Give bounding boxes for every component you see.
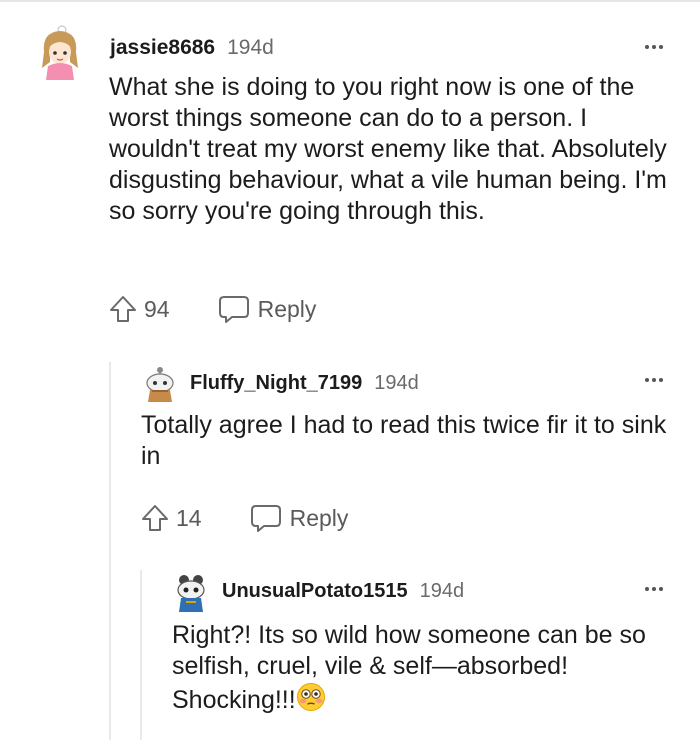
vote-count: 94 bbox=[144, 295, 170, 322]
snoo-avatar-icon[interactable] bbox=[142, 364, 178, 402]
reply-label: Reply bbox=[289, 504, 349, 531]
speech-bubble-icon bbox=[250, 505, 281, 532]
comment-body: Totally agree I had to read this twice f… bbox=[141, 411, 667, 470]
top-divider bbox=[0, 0, 700, 2]
speech-bubble-icon bbox=[218, 296, 249, 323]
more-options-icon[interactable] bbox=[641, 584, 667, 594]
comment-meta: UnusualPotato1515 194d bbox=[222, 580, 464, 603]
username[interactable]: UnusualPotato1515 bbox=[222, 580, 408, 603]
comment-text: Right?! Its so wild how someone can be s… bbox=[172, 621, 646, 714]
username[interactable]: Fluffy_Night_7199 bbox=[190, 372, 362, 395]
upvote-button[interactable]: 94 bbox=[108, 294, 170, 324]
upvote-arrow-icon bbox=[110, 296, 136, 322]
more-options-icon[interactable] bbox=[641, 42, 667, 52]
comment-body: Right?! Its so wild how someone can be s… bbox=[172, 620, 677, 720]
thread-line[interactable] bbox=[109, 362, 111, 740]
comment-actions: 94 Reply bbox=[108, 294, 316, 324]
vote-count: 14 bbox=[176, 504, 202, 531]
more-options-icon[interactable] bbox=[641, 375, 667, 385]
reply-button[interactable]: Reply bbox=[218, 294, 317, 324]
reply-label: Reply bbox=[257, 295, 317, 322]
snoo-avatar-icon[interactable] bbox=[172, 572, 210, 612]
comment-meta: Fluffy_Night_7199 194d bbox=[190, 372, 419, 395]
comment-meta: jassie8686 194d bbox=[110, 36, 274, 60]
comment-body: What she is doing to you right now is on… bbox=[109, 73, 667, 225]
username[interactable]: jassie8686 bbox=[110, 36, 215, 60]
timestamp: 194d bbox=[419, 580, 465, 602]
timestamp: 194d bbox=[374, 372, 419, 394]
comment-actions: 14 Reply bbox=[140, 503, 348, 533]
anime-girl-avatar-icon[interactable] bbox=[32, 22, 88, 80]
thread-line[interactable] bbox=[140, 570, 142, 740]
flushed-face-emoji bbox=[296, 682, 326, 720]
upvote-button[interactable]: 14 bbox=[140, 503, 202, 533]
timestamp: 194d bbox=[227, 36, 274, 59]
upvote-arrow-icon bbox=[142, 505, 168, 531]
reply-button[interactable]: Reply bbox=[250, 503, 349, 533]
